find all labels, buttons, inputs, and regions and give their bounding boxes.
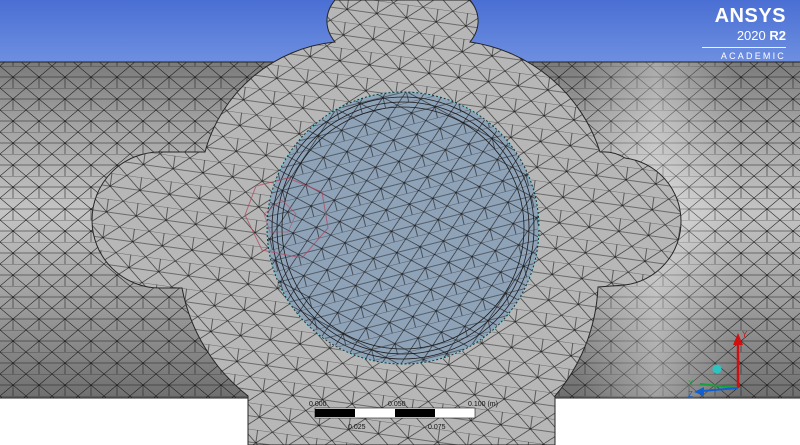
- triad-x-label: X: [688, 379, 694, 388]
- logo-brand: ANSYS: [714, 5, 786, 27]
- logo-version: 2020 R2: [696, 29, 786, 42]
- scale-tick-0: 0.000: [309, 401, 327, 408]
- mesh-scene[interactable]: 0.000 0.050 0.100 (m) 0.025 0.075 Y X Z: [0, 0, 800, 445]
- scale-tick-025: 0.025: [348, 424, 366, 431]
- ansys-logo: ANSYS 2020 R2 ACADEMIC: [696, 6, 786, 61]
- triad-iso-ball-icon[interactable]: [712, 364, 722, 374]
- logo-version-year: 2020: [736, 28, 766, 43]
- triad-y-label: Y: [742, 330, 748, 339]
- graphics-viewport[interactable]: 0.000 0.050 0.100 (m) 0.025 0.075 Y X Z …: [0, 0, 800, 445]
- scale-tick-050: 0.050: [388, 401, 406, 408]
- scale-tick-075: 0.075: [428, 424, 446, 431]
- scale-tick-100: 0.100 (m): [468, 401, 498, 408]
- triad-z-label: Z: [688, 390, 693, 399]
- logo-divider: [702, 47, 786, 48]
- logo-edition: ACADEMIC: [720, 51, 786, 61]
- logo-version-release: R2: [769, 28, 786, 43]
